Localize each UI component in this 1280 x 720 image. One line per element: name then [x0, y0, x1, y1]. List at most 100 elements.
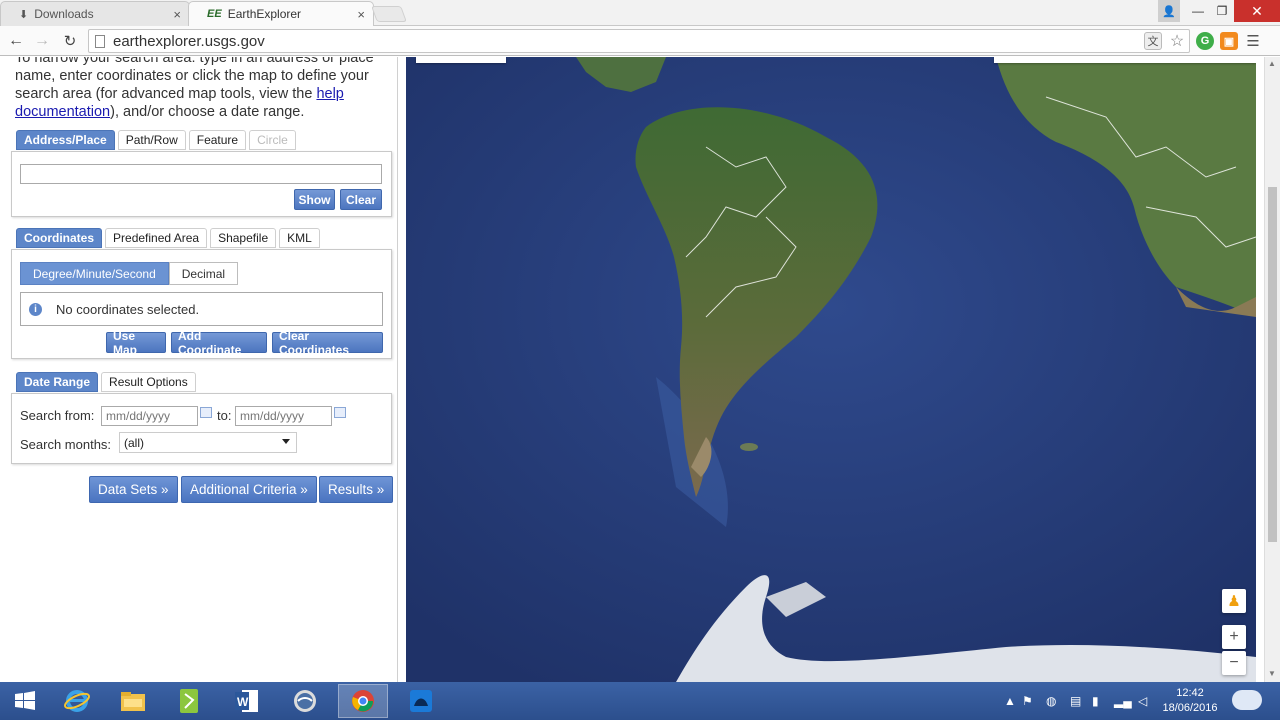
coordinates-notice: i No coordinates selected. — [20, 292, 383, 326]
map-type-control[interactable] — [994, 57, 1256, 63]
user-profile-icon[interactable]: 👤 — [1158, 0, 1180, 22]
zoom-out-button[interactable]: − — [1222, 651, 1246, 675]
app-icon[interactable] — [396, 684, 446, 718]
browser-menu-icon[interactable]: ☰ — [1244, 32, 1262, 50]
file-explorer-icon[interactable] — [108, 684, 158, 718]
tab-downloads[interactable]: ⬇ Downloads × — [0, 1, 190, 26]
weather-cloud-icon[interactable] — [1232, 690, 1262, 710]
tray-app-icon[interactable]: ▤ — [1070, 694, 1081, 708]
tab-date-range[interactable]: Date Range — [16, 372, 99, 392]
action-center-flag-icon[interactable]: ⚑ — [1022, 694, 1033, 708]
zoom-in-button[interactable]: + — [1222, 625, 1246, 649]
internet-explorer-icon[interactable] — [52, 684, 102, 718]
window-close-button[interactable]: ✕ — [1234, 0, 1280, 22]
tab-kml[interactable]: KML — [279, 228, 320, 248]
scroll-down-icon[interactable]: ▼ — [1268, 669, 1276, 678]
extension-icon[interactable]: ▣ — [1220, 32, 1238, 50]
scrollbar-thumb[interactable] — [1268, 187, 1277, 542]
browser-toolbar: ← → ↻ earthexplorer.usgs.gov 文 ☆ G ▣ ☰ — [0, 26, 1280, 56]
address-box: Show Clear — [11, 151, 392, 217]
start-button[interactable] — [0, 684, 50, 718]
date-tabs: Date Range Result Options — [16, 372, 196, 392]
tab-coordinates[interactable]: Coordinates — [16, 228, 103, 248]
volume-icon[interactable]: ◁ — [1138, 694, 1147, 708]
coordinate-format-toggle: Degree/Minute/Second Decimal — [20, 262, 239, 285]
clear-coordinates-button[interactable]: Clear Coordinates — [272, 329, 383, 357]
extension-icons: G ▣ ☰ — [1196, 29, 1262, 53]
windows-logo-icon — [15, 691, 35, 710]
results-button[interactable]: Results » — [319, 476, 394, 503]
tab-earthexplorer[interactable]: EE EarthExplorer × — [188, 1, 374, 26]
note-app-icon[interactable] — [164, 684, 214, 718]
search-months-select[interactable]: (all) — [119, 432, 297, 453]
tray-app-icon[interactable]: ◍ — [1046, 694, 1056, 708]
tab-circle: Circle — [249, 130, 296, 150]
tab-result-options[interactable]: Result Options — [101, 372, 196, 392]
url-bar[interactable]: earthexplorer.usgs.gov — [88, 29, 1190, 53]
tab-label: Downloads — [34, 7, 94, 21]
additional-criteria-button[interactable]: Additional Criteria » — [181, 476, 317, 503]
address-input[interactable] — [20, 164, 382, 184]
address-tabs: Address/Place Path/Row Feature Circle — [16, 130, 296, 150]
clock-date: 18/06/2016 — [1162, 702, 1218, 714]
decimal-option[interactable]: Decimal — [168, 262, 239, 285]
search-instructions: To narrow your search area: type in an a… — [15, 57, 395, 121]
grammarly-extension-icon[interactable]: G — [1196, 32, 1214, 50]
street-view-pegman-icon[interactable]: ♟ — [1222, 589, 1246, 613]
page-scrollbar[interactable]: ▲ ▼ — [1264, 57, 1280, 682]
search-from-label: Search from: — [20, 408, 95, 423]
calendar-icon[interactable] — [200, 407, 212, 418]
use-map-button[interactable]: Use Map — [106, 329, 166, 357]
map-control-box[interactable] — [416, 57, 506, 63]
battery-icon[interactable]: ▮ — [1092, 694, 1099, 708]
back-arrow-icon[interactable]: ← — [6, 31, 26, 51]
tab-label: EarthExplorer — [227, 7, 302, 21]
chevron-down-icon — [282, 439, 290, 444]
chrome-icon[interactable] — [338, 684, 388, 718]
tab-feature[interactable]: Feature — [188, 130, 247, 150]
maximize-button[interactable]: ❐ — [1210, 0, 1234, 22]
omnibox-icons: 文 ☆ — [1144, 29, 1186, 53]
close-tab-icon[interactable]: × — [357, 7, 365, 22]
date-to-input[interactable] — [235, 406, 332, 426]
show-button[interactable]: Show — [294, 189, 335, 210]
search-months-value: (all) — [124, 435, 144, 450]
tray-expand-icon[interactable]: ▲ — [1004, 694, 1016, 708]
search-criteria-panel: To narrow your search area: type in an a… — [0, 57, 398, 682]
notice-text: No coordinates selected. — [56, 301, 200, 317]
tab-address-place[interactable]: Address/Place — [16, 130, 115, 150]
download-icon: ⬇ — [19, 8, 29, 21]
svg-text:W: W — [237, 695, 249, 709]
tab-predefined-area[interactable]: Predefined Area — [105, 228, 208, 248]
add-coordinate-button[interactable]: Add Coordinate — [171, 329, 267, 357]
google-earth-pro-icon[interactable] — [280, 684, 330, 718]
new-tab-button[interactable] — [371, 6, 407, 22]
earthexplorer-favicon-icon: EE — [207, 8, 222, 20]
clock-time: 12:42 — [1176, 687, 1204, 699]
network-icon[interactable]: ▂▄ — [1114, 694, 1132, 708]
tab-path-row[interactable]: Path/Row — [117, 130, 186, 150]
close-tab-icon[interactable]: × — [173, 7, 181, 22]
url-text: earthexplorer.usgs.gov — [113, 32, 265, 50]
reload-icon[interactable]: ↻ — [60, 31, 80, 51]
windows-taskbar: W ▲ ⚑ ◍ ▤ ▮ ▂▄ ◁ 12:42 18/06/2016 — [0, 682, 1280, 720]
tab-shapefile[interactable]: Shapefile — [210, 228, 277, 248]
search-months-label: Search months: — [20, 437, 112, 452]
page-icon — [95, 35, 105, 48]
scroll-up-icon[interactable]: ▲ — [1268, 59, 1276, 68]
date-from-input[interactable] — [101, 406, 198, 426]
coordinate-tabs: Coordinates Predefined Area Shapefile KM… — [16, 228, 320, 248]
data-sets-button[interactable]: Data Sets » — [89, 476, 178, 503]
satellite-map[interactable]: ♟ + − — [406, 57, 1256, 682]
translate-icon[interactable]: 文 — [1144, 32, 1162, 50]
minimize-button[interactable]: — — [1186, 0, 1210, 22]
bookmark-star-icon[interactable]: ☆ — [1168, 32, 1186, 50]
forward-arrow-icon[interactable]: → — [32, 31, 52, 51]
instructions-text-end: ), and/or choose a date range. — [110, 104, 305, 120]
to-label: to: — [217, 408, 232, 423]
system-clock[interactable]: 12:42 18/06/2016 — [1160, 686, 1220, 716]
clear-button[interactable]: Clear — [340, 189, 382, 210]
word-icon[interactable]: W — [222, 684, 272, 718]
calendar-icon[interactable] — [334, 407, 346, 418]
degree-minute-second-option[interactable]: Degree/Minute/Second — [20, 262, 169, 285]
